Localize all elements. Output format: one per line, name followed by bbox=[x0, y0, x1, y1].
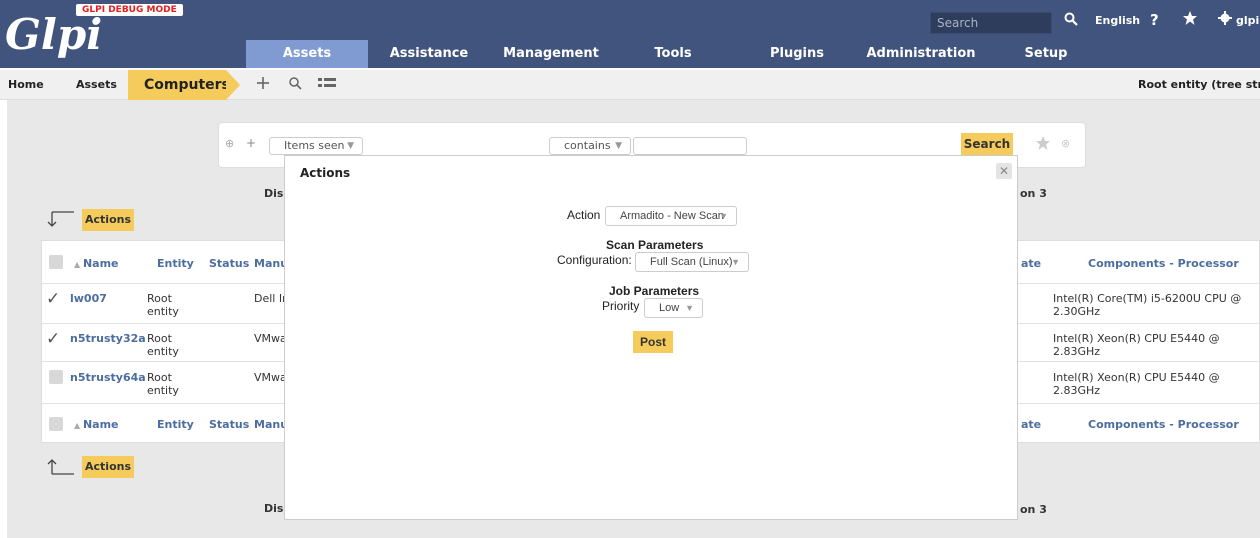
action-label: Action bbox=[567, 208, 601, 222]
configuration-select[interactable]: Full Scan (Linux) ▼ bbox=[635, 252, 749, 272]
column-name-label: Name bbox=[82, 257, 119, 270]
column-processor-footer[interactable]: Components - Processor bbox=[1088, 418, 1239, 431]
debug-mode-badge: GLPI DEBUG MODE bbox=[76, 4, 183, 16]
add-criterion-icon[interactable]: + bbox=[246, 136, 256, 150]
checked-icon[interactable]: ✓ bbox=[46, 289, 60, 309]
row-name-link[interactable]: lw007 bbox=[70, 292, 107, 305]
row-processor: Intel(R) Xeon(R) CPU E5440 @ 2.83GHz bbox=[1053, 371, 1220, 397]
column-entity-header[interactable]: Entity bbox=[157, 257, 194, 270]
priority-select-value: Low bbox=[659, 302, 680, 314]
breadcrumb-computers[interactable]: Computers bbox=[128, 70, 230, 100]
user-link[interactable]: glpi bbox=[1236, 14, 1259, 27]
list-view-icon[interactable] bbox=[318, 75, 336, 95]
column-status-header[interactable]: Status bbox=[209, 257, 249, 270]
priority-select[interactable]: Low ▼ bbox=[644, 298, 703, 318]
add-icon[interactable] bbox=[256, 75, 270, 95]
gear-icon[interactable] bbox=[1218, 11, 1232, 28]
post-button[interactable]: Post bbox=[633, 331, 673, 353]
dialog-title: Actions bbox=[300, 166, 351, 180]
job-parameters-heading: Job Parameters bbox=[609, 284, 700, 298]
chevron-down-icon: ▼ bbox=[719, 211, 728, 221]
scan-parameters-heading: Scan Parameters bbox=[606, 238, 704, 252]
bookmark-star-icon[interactable] bbox=[1035, 135, 1051, 154]
nav-administration[interactable]: Administration bbox=[860, 40, 982, 68]
search-field-value: Items seen bbox=[284, 139, 345, 152]
actions-button-top[interactable]: Actions bbox=[82, 209, 134, 231]
row-entity: Root entity bbox=[147, 371, 179, 397]
chevron-down-icon: ▼ bbox=[615, 141, 622, 151]
breadcrumb-assets[interactable]: Assets bbox=[76, 70, 117, 100]
pager-text-top: on 3 bbox=[1020, 187, 1047, 200]
nav-setup[interactable]: Setup bbox=[985, 40, 1107, 68]
row-processor: Intel(R) Core(TM) i5-6200U CPU @ 2.30GHz bbox=[1053, 292, 1242, 318]
breadcrumb-arrow bbox=[226, 70, 240, 100]
root-entity-link[interactable]: Root entity (tree stru bbox=[1138, 78, 1260, 91]
breadcrumb-home[interactable]: Home bbox=[8, 70, 44, 100]
select-all-checkbox-bottom[interactable] bbox=[49, 417, 63, 431]
action-select-value: Armadito - New Scan bbox=[620, 210, 724, 222]
add-criterion-group-icon[interactable]: ⊕ bbox=[225, 137, 234, 150]
row-entity: Root entity bbox=[147, 332, 179, 358]
search-value-input[interactable] bbox=[633, 137, 747, 155]
column-manufacturer-header[interactable]: Manu bbox=[254, 257, 288, 270]
configuration-label: Configuration: bbox=[557, 253, 632, 267]
actions-dialog: Actions ✕ Action Armadito - New Scan ▼ S… bbox=[284, 155, 1018, 520]
search-field-select[interactable]: Items seen ▼ bbox=[269, 137, 363, 155]
star-icon[interactable] bbox=[1182, 10, 1198, 29]
nav-management[interactable]: Management bbox=[490, 40, 612, 68]
column-status-footer[interactable]: Status bbox=[209, 418, 249, 431]
search-icon[interactable] bbox=[288, 75, 302, 95]
global-search-input[interactable]: Search bbox=[930, 12, 1052, 34]
select-all-checkbox[interactable] bbox=[49, 255, 63, 269]
action-select[interactable]: Armadito - New Scan ▼ bbox=[605, 206, 737, 226]
search-button[interactable]: Search bbox=[961, 133, 1013, 155]
column-processor-header[interactable]: Components - Processor bbox=[1088, 257, 1239, 270]
row-name-link[interactable]: n5trusty64a bbox=[70, 371, 146, 384]
search-icon[interactable] bbox=[1064, 12, 1078, 30]
configuration-select-value: Full Scan (Linux) bbox=[650, 256, 733, 268]
pager-text-bottom: on 3 bbox=[1020, 503, 1047, 516]
row-name-link[interactable]: n5trusty32a bbox=[70, 332, 146, 345]
top-header: Glpi GLPI DEBUG MODE Search English ? gl… bbox=[0, 0, 1260, 68]
arrow-up-icon bbox=[46, 458, 76, 479]
nav-assets[interactable]: Assets bbox=[246, 40, 368, 68]
column-date-footer[interactable]: ate bbox=[1021, 418, 1041, 431]
column-name-label: Name bbox=[82, 418, 119, 431]
checked-icon[interactable]: ✓ bbox=[46, 329, 60, 349]
help-icon[interactable]: ? bbox=[1150, 11, 1159, 29]
priority-label: Priority bbox=[602, 299, 640, 313]
nav-plugins[interactable]: Plugins bbox=[736, 40, 858, 68]
search-operator-select[interactable]: contains ▼ bbox=[549, 137, 631, 155]
row-manufacturer: VMwa bbox=[254, 332, 287, 345]
column-name-footer[interactable]: ▲ Name bbox=[74, 418, 119, 431]
breadcrumb: Home Assets Computers Root entity (tree … bbox=[0, 70, 1260, 100]
column-date-header[interactable]: ate bbox=[1021, 257, 1041, 270]
chevron-down-icon: ▼ bbox=[347, 141, 354, 151]
actions-button-bottom[interactable]: Actions bbox=[82, 456, 134, 478]
arrow-down-icon bbox=[46, 210, 76, 231]
row-processor: Intel(R) Xeon(R) CPU E5440 @ 2.83GHz bbox=[1053, 332, 1220, 358]
row-manufacturer: VMwa bbox=[254, 371, 287, 384]
chevron-down-icon: ▼ bbox=[685, 303, 694, 313]
row-entity: Root entity bbox=[147, 292, 179, 318]
row-checkbox[interactable] bbox=[49, 370, 63, 384]
nav-tools[interactable]: Tools bbox=[612, 40, 734, 68]
chevron-down-icon: ▼ bbox=[731, 257, 740, 267]
close-icon[interactable]: ✕ bbox=[996, 163, 1012, 179]
language-link[interactable]: English bbox=[1095, 14, 1140, 27]
reset-search-icon[interactable]: ⊗ bbox=[1061, 137, 1070, 150]
search-operator-value: contains bbox=[564, 139, 611, 152]
column-entity-footer[interactable]: Entity bbox=[157, 418, 194, 431]
column-name-header[interactable]: ▲ Name bbox=[74, 257, 119, 270]
nav-assistance[interactable]: Assistance bbox=[368, 40, 490, 68]
column-manufacturer-footer[interactable]: Manu bbox=[254, 418, 288, 431]
